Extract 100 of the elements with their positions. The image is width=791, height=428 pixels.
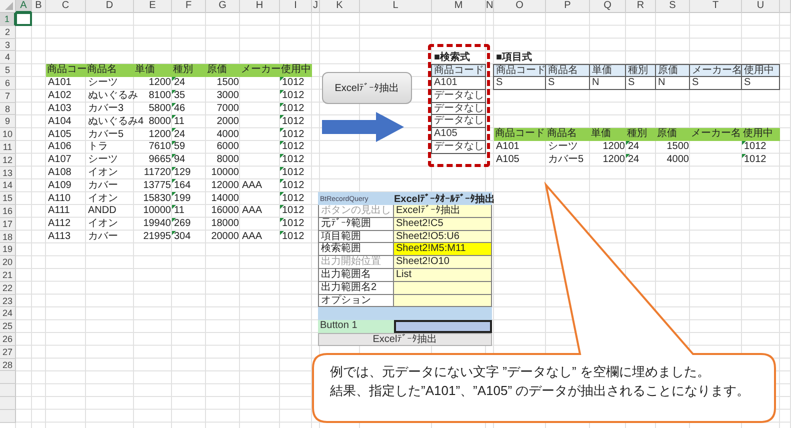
row-number[interactable]: 19 [0, 243, 16, 256]
sheet-column-header[interactable]: G [206, 0, 240, 13]
selected-cell[interactable] [15, 12, 32, 26]
row-number[interactable]: 9 [0, 115, 16, 128]
table-cell: 1012 [282, 218, 304, 230]
sheet-column-header[interactable]: S [656, 0, 690, 13]
sheet-column-header[interactable]: M [432, 0, 486, 13]
table-cell: A105 [496, 154, 520, 166]
sheet-column-header[interactable]: N [486, 0, 494, 13]
column-header: 使用中 [742, 128, 780, 141]
setting-value[interactable]: Sheet2!O5:U6 [394, 230, 492, 244]
setting-value[interactable]: Sheet2!M5:M11 [394, 243, 492, 256]
row-number[interactable]: 11 [0, 140, 16, 154]
setting-label: 出力開始位置 [318, 256, 394, 269]
section-title: ■項目式 [496, 52, 532, 64]
table-cell: イオン [88, 192, 118, 205]
sheet-column-header[interactable]: O [494, 0, 546, 13]
row-number[interactable]: 21 [0, 268, 16, 282]
sheet-column-header[interactable]: A [16, 0, 32, 13]
row-number[interactable]: 4 [0, 51, 16, 64]
sheet-column-header[interactable]: F [172, 0, 206, 13]
error-indicator-icon [742, 140, 746, 145]
table-cell: ぬいぐるみ [88, 90, 138, 102]
table-cell: 1012 [282, 90, 304, 102]
section-title: ■検索式 [434, 52, 470, 64]
row-number[interactable]: 13 [0, 166, 16, 180]
row-number[interactable] [0, 410, 16, 422]
extract-button[interactable]: Excelﾃﾞｰﾀ抽出 [318, 332, 492, 346]
sheet-column-header[interactable]: D [86, 0, 134, 13]
sheet-column-header[interactable]: E [134, 0, 172, 13]
sheet-column-header[interactable]: J [312, 0, 320, 13]
row-number[interactable]: 1 [0, 13, 16, 26]
row-number[interactable]: 24 [0, 307, 16, 320]
setting-value[interactable]: Excelﾃﾞｰﾀ抽出 [394, 204, 492, 218]
error-indicator-icon [626, 140, 630, 145]
table-cell: 1012 [282, 128, 304, 141]
row-number[interactable]: 8 [0, 102, 16, 116]
table-cell: A106 [48, 141, 72, 154]
row-number[interactable]: 2 [0, 26, 16, 39]
row-number[interactable]: 17 [0, 218, 16, 231]
table-cell: 1012 [282, 230, 304, 243]
table-cell: 1012 [282, 154, 304, 166]
setting-value[interactable]: List [394, 268, 492, 282]
sheet-column-header[interactable]: L [360, 0, 432, 13]
error-indicator-icon [626, 154, 630, 158]
sheet-column-header[interactable] [780, 0, 791, 13]
row-number[interactable] [0, 396, 16, 410]
table-cell: 6000 [216, 141, 239, 154]
sheet-column-header[interactable]: U [742, 0, 780, 13]
column-header: 使用中 [741, 64, 780, 77]
error-indicator-icon [172, 179, 176, 184]
row-number[interactable]: 15 [0, 192, 16, 205]
row-number[interactable]: 10 [0, 128, 16, 141]
row-number[interactable] [0, 371, 16, 384]
row-number[interactable]: 27 [0, 346, 16, 359]
table-cell: A107 [48, 154, 72, 166]
row-number[interactable]: 26 [0, 332, 16, 346]
row-number[interactable]: 5 [0, 64, 16, 77]
sheet-column-header[interactable]: K [320, 0, 360, 13]
row-number[interactable]: 20 [0, 256, 16, 269]
setting-value[interactable] [394, 294, 492, 308]
table-cell: 19940 [143, 218, 171, 230]
setting-label: ボタンの見出し [318, 204, 394, 218]
row-number[interactable]: 22 [0, 282, 16, 295]
row-number[interactable]: 18 [0, 230, 16, 244]
extract-shape-button[interactable]: Excelﾃﾞｰﾀ抽出 [322, 72, 412, 104]
column-header: 原価 [655, 64, 690, 77]
row-number[interactable]: 25 [0, 320, 16, 333]
row-number[interactable]: 28 [0, 358, 16, 372]
sheet-column-header[interactable]: T [690, 0, 742, 13]
column-header: メーカー名 [690, 128, 742, 141]
error-indicator-icon [172, 115, 176, 120]
row-number[interactable]: 3 [0, 38, 16, 52]
sheet-column-header[interactable]: Q [590, 0, 626, 13]
row-number[interactable]: 23 [0, 294, 16, 308]
table-cell: 14000 [211, 192, 239, 205]
sheet-column-header[interactable]: R [626, 0, 656, 13]
row-number[interactable]: 14 [0, 179, 16, 192]
sheet-column-header[interactable]: H [240, 0, 280, 13]
column-header: 商品名 [545, 64, 590, 77]
setting-label: 検索範囲 [318, 243, 394, 256]
setting-value[interactable]: Sheet2!O10 [394, 256, 492, 269]
table-cell: カバー [88, 230, 118, 243]
row-number[interactable]: 12 [0, 154, 16, 167]
row-number[interactable]: 16 [0, 204, 16, 218]
sheet-column-header[interactable]: I [280, 0, 312, 13]
row-number[interactable] [0, 384, 16, 397]
setting-value[interactable] [394, 282, 492, 295]
row-number[interactable]: 6 [0, 76, 16, 90]
row-number[interactable]: 7 [0, 90, 16, 103]
setting-value[interactable]: Sheet2!C5 [394, 218, 492, 231]
error-indicator-icon [172, 128, 176, 132]
sheet-column-header[interactable]: P [546, 0, 590, 13]
button-preview[interactable] [394, 320, 492, 333]
sheet-column-header[interactable]: C [46, 0, 86, 13]
table-cell: 16000 [211, 205, 239, 218]
table-cell: 7610 [148, 141, 171, 154]
table-cell: 10000 [211, 166, 239, 179]
select-all-icon[interactable] [5, 2, 13, 10]
sheet-column-header[interactable]: B [32, 0, 46, 13]
